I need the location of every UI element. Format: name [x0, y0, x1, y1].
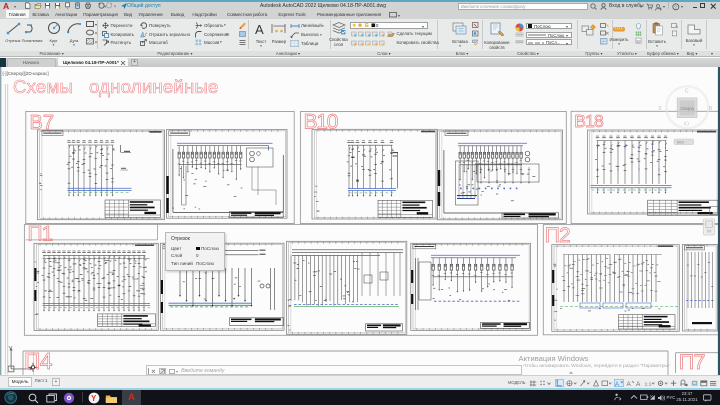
svg-text:A: A	[615, 381, 619, 386]
svg-text:Y: Y	[8, 346, 13, 353]
svg-text:С: С	[685, 88, 689, 94]
svg-text:П7: П7	[679, 350, 705, 374]
svg-text:П4: П4	[24, 348, 53, 374]
svg-text:▾: ▾	[95, 31, 97, 36]
svg-text:Ю: Ю	[684, 122, 690, 128]
svg-text:A: A	[636, 380, 641, 386]
svg-text:В: В	[709, 106, 713, 112]
svg-text:▾: ▾	[114, 4, 116, 8]
svg-text:В7: В7	[30, 112, 54, 134]
svg-text:1:1: 1:1	[645, 381, 652, 387]
svg-text:МСК: МСК	[677, 140, 684, 144]
svg-text:П1: П1	[28, 223, 53, 246]
svg-text:Y: Y	[91, 393, 97, 402]
svg-text:?: ?	[674, 4, 677, 9]
svg-text:Сверху: Сверху	[680, 106, 695, 111]
svg-text:однолинейные: однолинейные	[89, 76, 219, 97]
svg-text:[-][Сверху][2D-каркас]: [-][Сверху][2D-каркас]	[3, 71, 49, 76]
svg-text:▾: ▾	[95, 22, 97, 27]
svg-text:З: З	[658, 106, 661, 112]
svg-text:▾: ▾	[95, 40, 97, 45]
svg-text:В10: В10	[304, 111, 338, 134]
svg-text:В18: В18	[574, 111, 603, 131]
svg-text:П2: П2	[545, 224, 570, 247]
svg-text:A: A	[626, 380, 631, 386]
svg-text:Схемы: Схемы	[13, 76, 73, 97]
svg-text:▾: ▾	[398, 13, 400, 18]
